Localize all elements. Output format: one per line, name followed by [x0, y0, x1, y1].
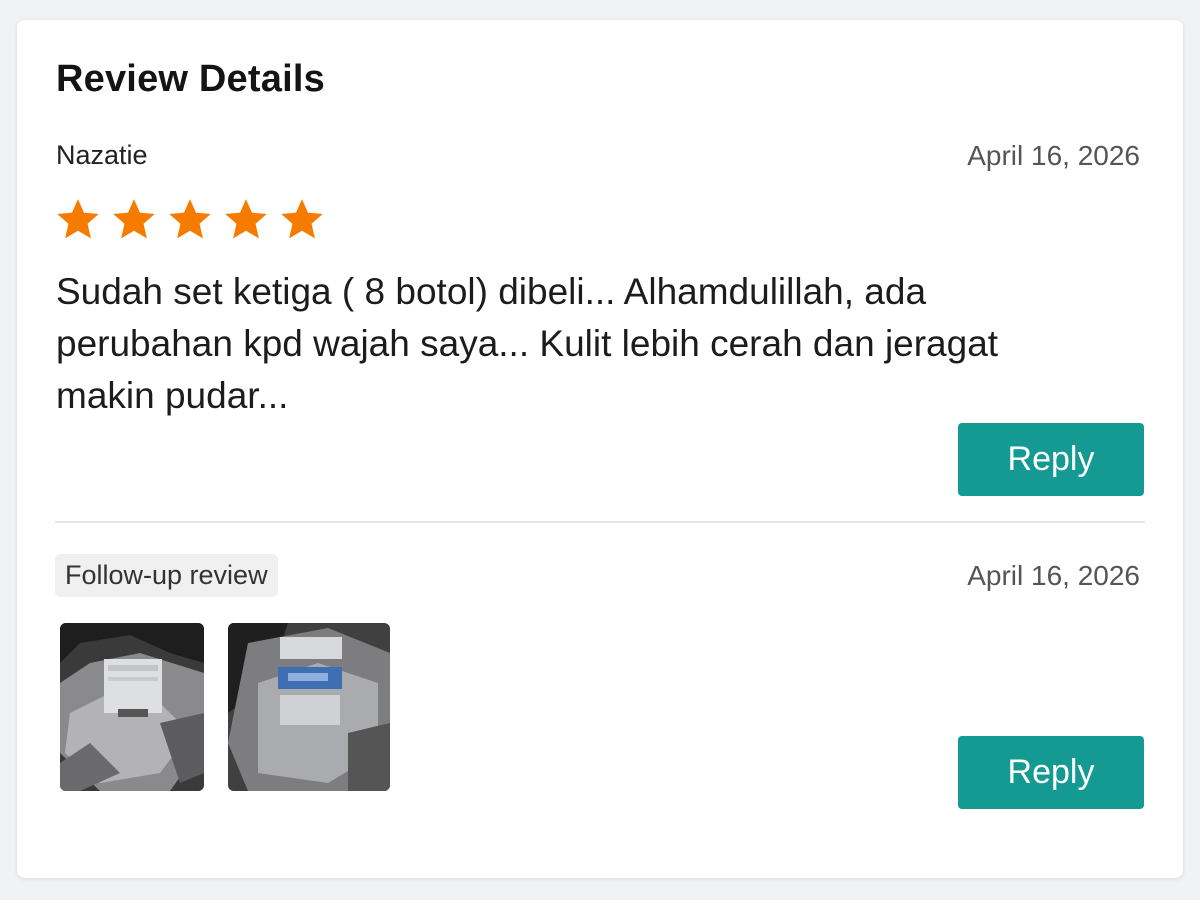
photo-image [60, 623, 204, 791]
star-icon [169, 199, 211, 239]
follow-up-reply-button[interactable]: Reply [958, 736, 1144, 809]
photo-image [228, 623, 390, 791]
review-details-card: Review Details Nazatie April 16, 2026 Su… [17, 20, 1183, 878]
star-icon [281, 199, 323, 239]
reviewer-name: Nazatie [56, 140, 148, 170]
star-icon [225, 199, 267, 239]
star-rating [55, 196, 325, 242]
page-title: Review Details [56, 58, 325, 100]
review-photo-thumbnail[interactable] [228, 623, 390, 791]
review-date: April 16, 2026 [967, 140, 1140, 171]
follow-up-date: April 16, 2026 [967, 560, 1140, 591]
star-icon [57, 199, 99, 239]
follow-up-badge: Follow-up review [55, 554, 278, 597]
divider [55, 521, 1145, 523]
reply-button[interactable]: Reply [958, 423, 1144, 496]
review-photo-thumbnail[interactable] [60, 623, 204, 791]
review-text: Sudah set ketiga ( 8 botol) dibeli... Al… [56, 271, 999, 416]
star-icon [113, 199, 155, 239]
